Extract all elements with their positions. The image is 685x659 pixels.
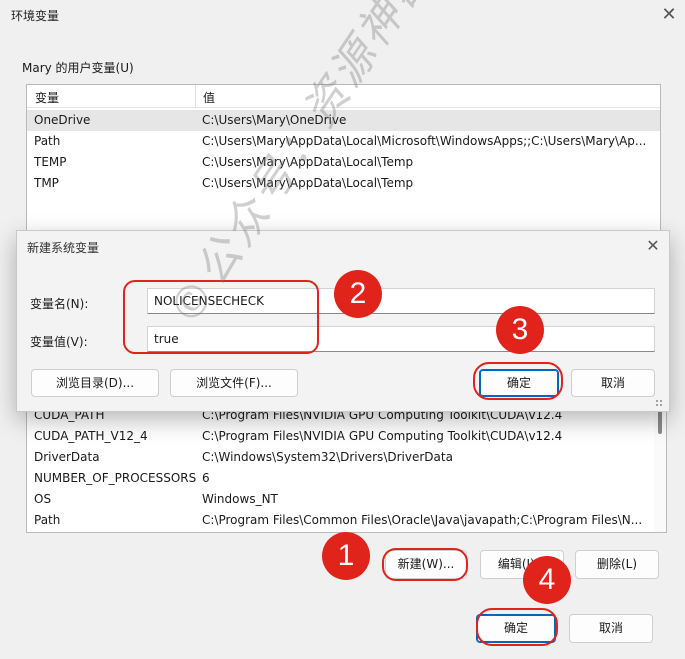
var-name: NUMBER_OF_PROCESSORS xyxy=(34,471,197,485)
annotation-ring-new-button xyxy=(382,548,468,581)
var-value: 6 xyxy=(202,471,210,485)
window-title: 环境变量 xyxy=(11,9,60,23)
new-system-variable-dialog: 新建系统变量 ✕ 变量名(N): NOLICENSECHECK 变量值(V): … xyxy=(16,230,670,412)
col-value-header[interactable]: 值 xyxy=(203,89,215,106)
step-badge-1: 1 xyxy=(322,532,370,580)
var-value: C:\Program Files\NVIDIA GPU Computing To… xyxy=(202,429,563,443)
scrollbar-thumb[interactable] xyxy=(658,410,662,434)
annotation-ring-dialog-ok xyxy=(473,362,563,400)
step-badge-4: 4 xyxy=(523,556,571,604)
var-name: TEMP xyxy=(34,155,67,169)
var-value: Windows_NT xyxy=(202,492,278,506)
browse-directory-button[interactable]: 浏览目录(D)... xyxy=(31,369,159,397)
variable-value-label: 变量值(V): xyxy=(30,335,88,349)
table-row[interactable]: CUDA_PATH_V12_4 C:\Program Files\NVIDIA … xyxy=(27,426,666,447)
var-value: C:\Program Files\Common Files\Oracle\Jav… xyxy=(202,513,642,527)
table-row[interactable]: NUMBER_OF_PROCESSORS 6 xyxy=(27,468,666,489)
var-name: OS xyxy=(34,492,52,506)
col-name-header[interactable]: 变量 xyxy=(35,89,59,106)
browse-file-button[interactable]: 浏览文件(F)... xyxy=(170,369,298,397)
var-name: TMP xyxy=(34,176,59,190)
system-vars-scrollbar[interactable] xyxy=(654,398,666,532)
table-row[interactable]: TEMP C:\Users\Mary\AppData\Local\Temp xyxy=(27,152,660,173)
var-name: OneDrive xyxy=(34,113,91,127)
cancel-button[interactable]: 取消 xyxy=(569,614,653,643)
table-row[interactable]: Path C:\Users\Mary\AppData\Local\Microso… xyxy=(27,131,660,152)
var-name: CUDA_PATH_V12_4 xyxy=(34,429,148,443)
dialog-title: 新建系统变量 xyxy=(27,241,100,255)
dialog-cancel-button[interactable]: 取消 xyxy=(571,369,655,397)
table-row[interactable]: DriverData C:\Windows\System32\Drivers\D… xyxy=(27,447,666,468)
system-vars-list[interactable]: CUDA_PATH C:\Program Files\NVIDIA GPU Co… xyxy=(26,398,667,533)
window-close-icon[interactable]: ✕ xyxy=(659,6,679,26)
var-name: DriverData xyxy=(34,450,100,464)
step-badge-3: 3 xyxy=(496,306,544,354)
dialog-close-icon[interactable]: ✕ xyxy=(643,237,663,257)
table-row[interactable]: TMP C:\Users\Mary\AppData\Local\Temp xyxy=(27,173,660,194)
var-value: C:\Windows\System32\Drivers\DriverData xyxy=(202,450,453,464)
user-vars-group-label: Mary 的用户变量(U) xyxy=(22,61,134,75)
table-row[interactable]: Path C:\Program Files\Common Files\Oracl… xyxy=(27,510,666,531)
var-name: Path xyxy=(34,513,61,527)
annotation-ring-ok-button xyxy=(476,608,558,646)
step-badge-2: 2 xyxy=(334,270,382,318)
variable-name-label: 变量名(N): xyxy=(30,297,89,311)
delete-button[interactable]: 删除(L) xyxy=(575,550,659,579)
resize-grip-icon[interactable] xyxy=(655,399,663,407)
table-row[interactable]: OS Windows_NT xyxy=(27,489,666,510)
var-name: Path xyxy=(34,134,61,148)
